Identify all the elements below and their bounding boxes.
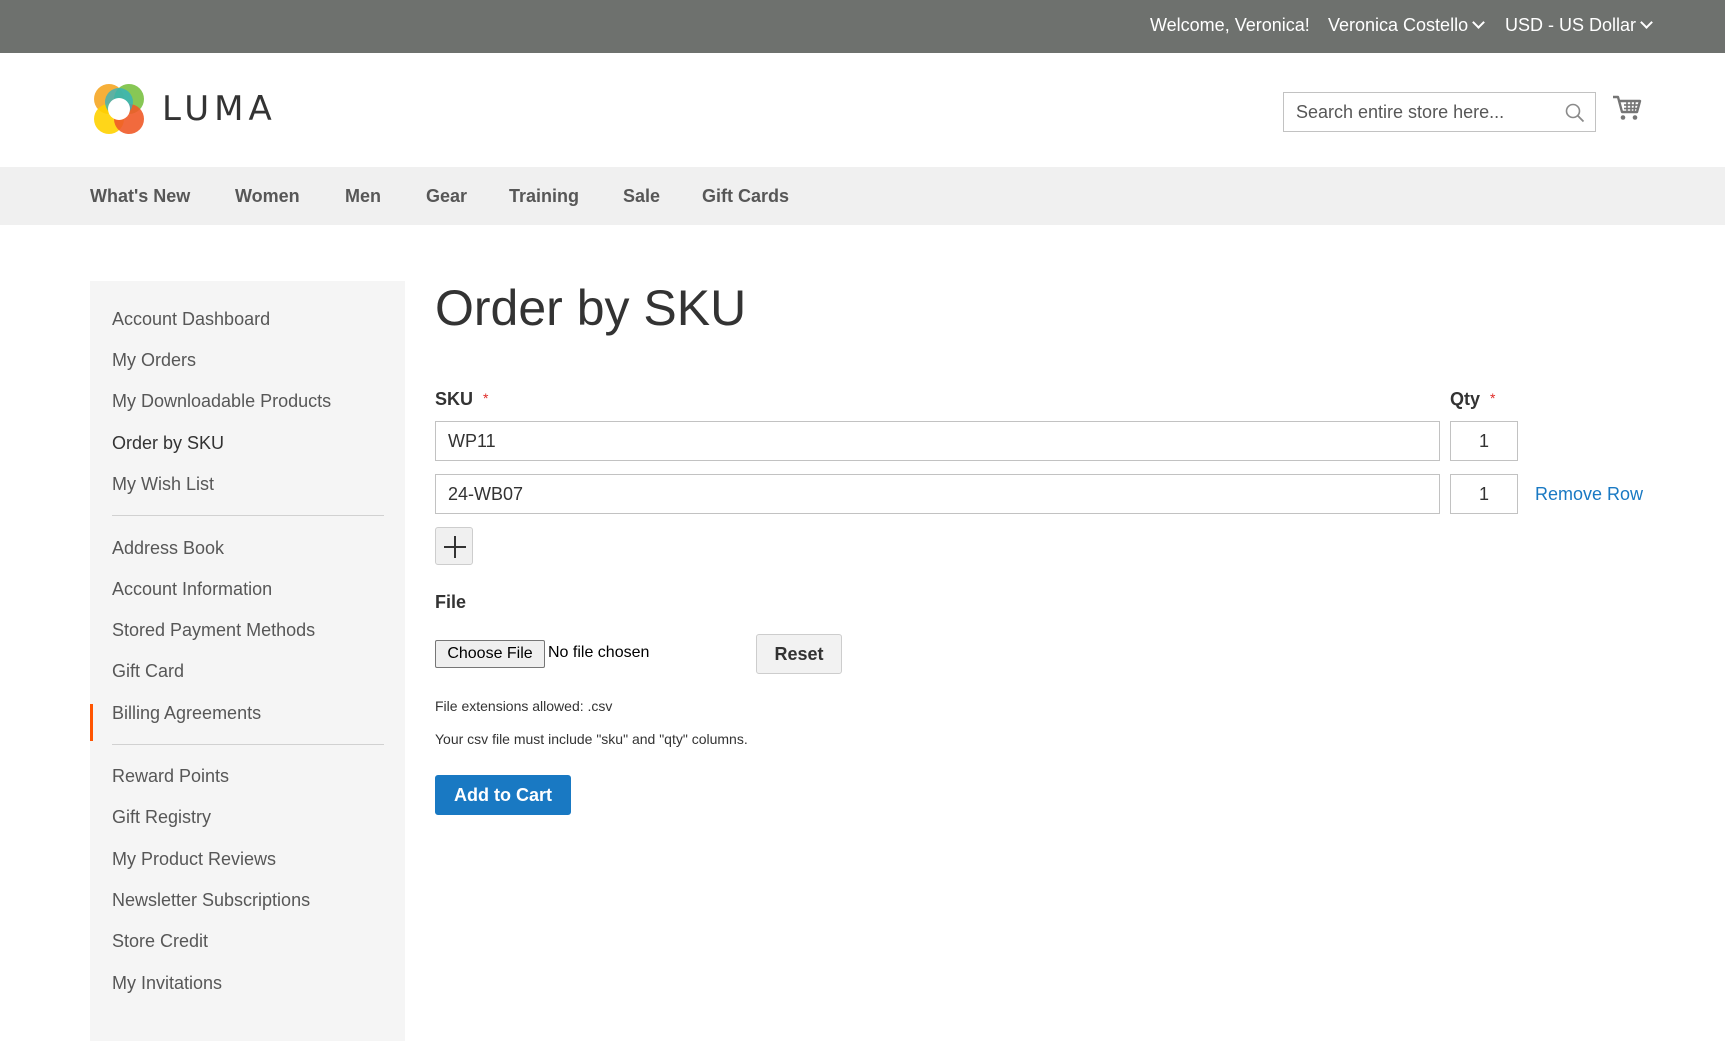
remove-row-link[interactable]: Remove Row	[1535, 483, 1643, 505]
chevron-down-icon	[1640, 16, 1653, 29]
nav-item-sale[interactable]: Sale	[623, 185, 660, 207]
sidebar-divider	[112, 744, 384, 745]
add-row-button[interactable]	[435, 527, 473, 565]
search-icon[interactable]	[1565, 103, 1585, 123]
sku-label-text: SKU	[435, 389, 474, 409]
top-panel: Welcome, Veronica! Veronica Costello USD…	[0, 0, 1725, 53]
account-sidebar: Account Dashboard My Orders My Downloada…	[90, 281, 405, 1041]
plus-icon	[454, 536, 456, 558]
file-status-text: No file chosen	[548, 644, 650, 661]
nav-item-men[interactable]: Men	[345, 185, 381, 207]
sku-input-row-2[interactable]	[435, 474, 1440, 514]
currency-label: USD - US Dollar	[1505, 15, 1637, 35]
qty-input-row-1[interactable]	[1450, 421, 1518, 461]
logo-text: LUMA	[162, 89, 277, 129]
sidebar-divider	[112, 515, 384, 516]
sidebar-item-billing-agreements[interactable]: Billing Agreements	[112, 702, 261, 724]
sidebar-item-stored-payment-methods[interactable]: Stored Payment Methods	[112, 619, 315, 641]
nav-item-gear[interactable]: Gear	[426, 185, 467, 207]
welcome-message: Welcome, Veronica!	[1150, 15, 1310, 35]
currency-switcher[interactable]: USD - US Dollar	[1505, 14, 1653, 36]
search-box	[1283, 92, 1596, 132]
cart-icon[interactable]	[1612, 94, 1642, 122]
required-marker: *	[1490, 390, 1496, 406]
customer-name: Veronica Costello	[1328, 15, 1469, 35]
sidebar-item-newsletter-subscriptions[interactable]: Newsletter Subscriptions	[112, 889, 310, 911]
qty-input-row-2[interactable]	[1450, 474, 1518, 514]
sidebar-item-order-by-sku: Order by SKU	[112, 433, 225, 453]
customer-menu-toggle[interactable]: Veronica Costello	[1328, 14, 1485, 36]
nav-item-training[interactable]: Training	[509, 185, 579, 207]
nav-item-gift-cards[interactable]: Gift Cards	[702, 185, 789, 207]
active-item-marker	[90, 704, 93, 741]
qty-label: Qty *	[1450, 388, 1495, 411]
qty-label-text: Qty	[1450, 389, 1481, 409]
file-extensions-note: File extensions allowed: .csv	[435, 698, 613, 714]
sidebar-item-account-dashboard[interactable]: Account Dashboard	[112, 308, 270, 330]
sidebar-item-my-wish-list[interactable]: My Wish List	[112, 473, 214, 495]
sku-label: SKU *	[435, 388, 488, 411]
reset-button[interactable]: Reset	[756, 634, 842, 674]
sidebar-item-my-orders[interactable]: My Orders	[112, 349, 196, 371]
nav-item-whats-new[interactable]: What's New	[90, 185, 190, 207]
sidebar-item-reward-points[interactable]: Reward Points	[112, 765, 229, 787]
sku-input-row-1[interactable]	[435, 421, 1440, 461]
page-title: Order by SKU	[435, 280, 747, 336]
main-navigation: What's New Women Men Gear Training Sale …	[0, 167, 1725, 225]
search-input[interactable]	[1284, 93, 1595, 131]
required-marker: *	[483, 390, 489, 406]
sidebar-item-account-information[interactable]: Account Information	[112, 578, 272, 600]
sidebar-item-store-credit[interactable]: Store Credit	[112, 930, 208, 952]
choose-file-button[interactable]: Choose File	[435, 640, 545, 668]
file-label: File	[435, 592, 467, 612]
sidebar-item-address-book[interactable]: Address Book	[112, 537, 224, 559]
chevron-down-icon	[1472, 16, 1485, 29]
sidebar-item-my-downloadable-products[interactable]: My Downloadable Products	[112, 390, 331, 412]
luma-logo[interactable]: LUMA	[90, 80, 280, 138]
add-to-cart-button[interactable]: Add to Cart	[435, 775, 571, 815]
csv-columns-note: Your csv file must include "sku" and "qt…	[435, 731, 748, 747]
sidebar-item-my-product-reviews[interactable]: My Product Reviews	[112, 848, 276, 870]
nav-item-women[interactable]: Women	[235, 185, 300, 207]
luma-logo-mark-icon	[94, 84, 144, 134]
sidebar-item-gift-card[interactable]: Gift Card	[112, 660, 184, 682]
sidebar-item-gift-registry[interactable]: Gift Registry	[112, 806, 211, 828]
sidebar-item-my-invitations[interactable]: My Invitations	[112, 972, 222, 994]
